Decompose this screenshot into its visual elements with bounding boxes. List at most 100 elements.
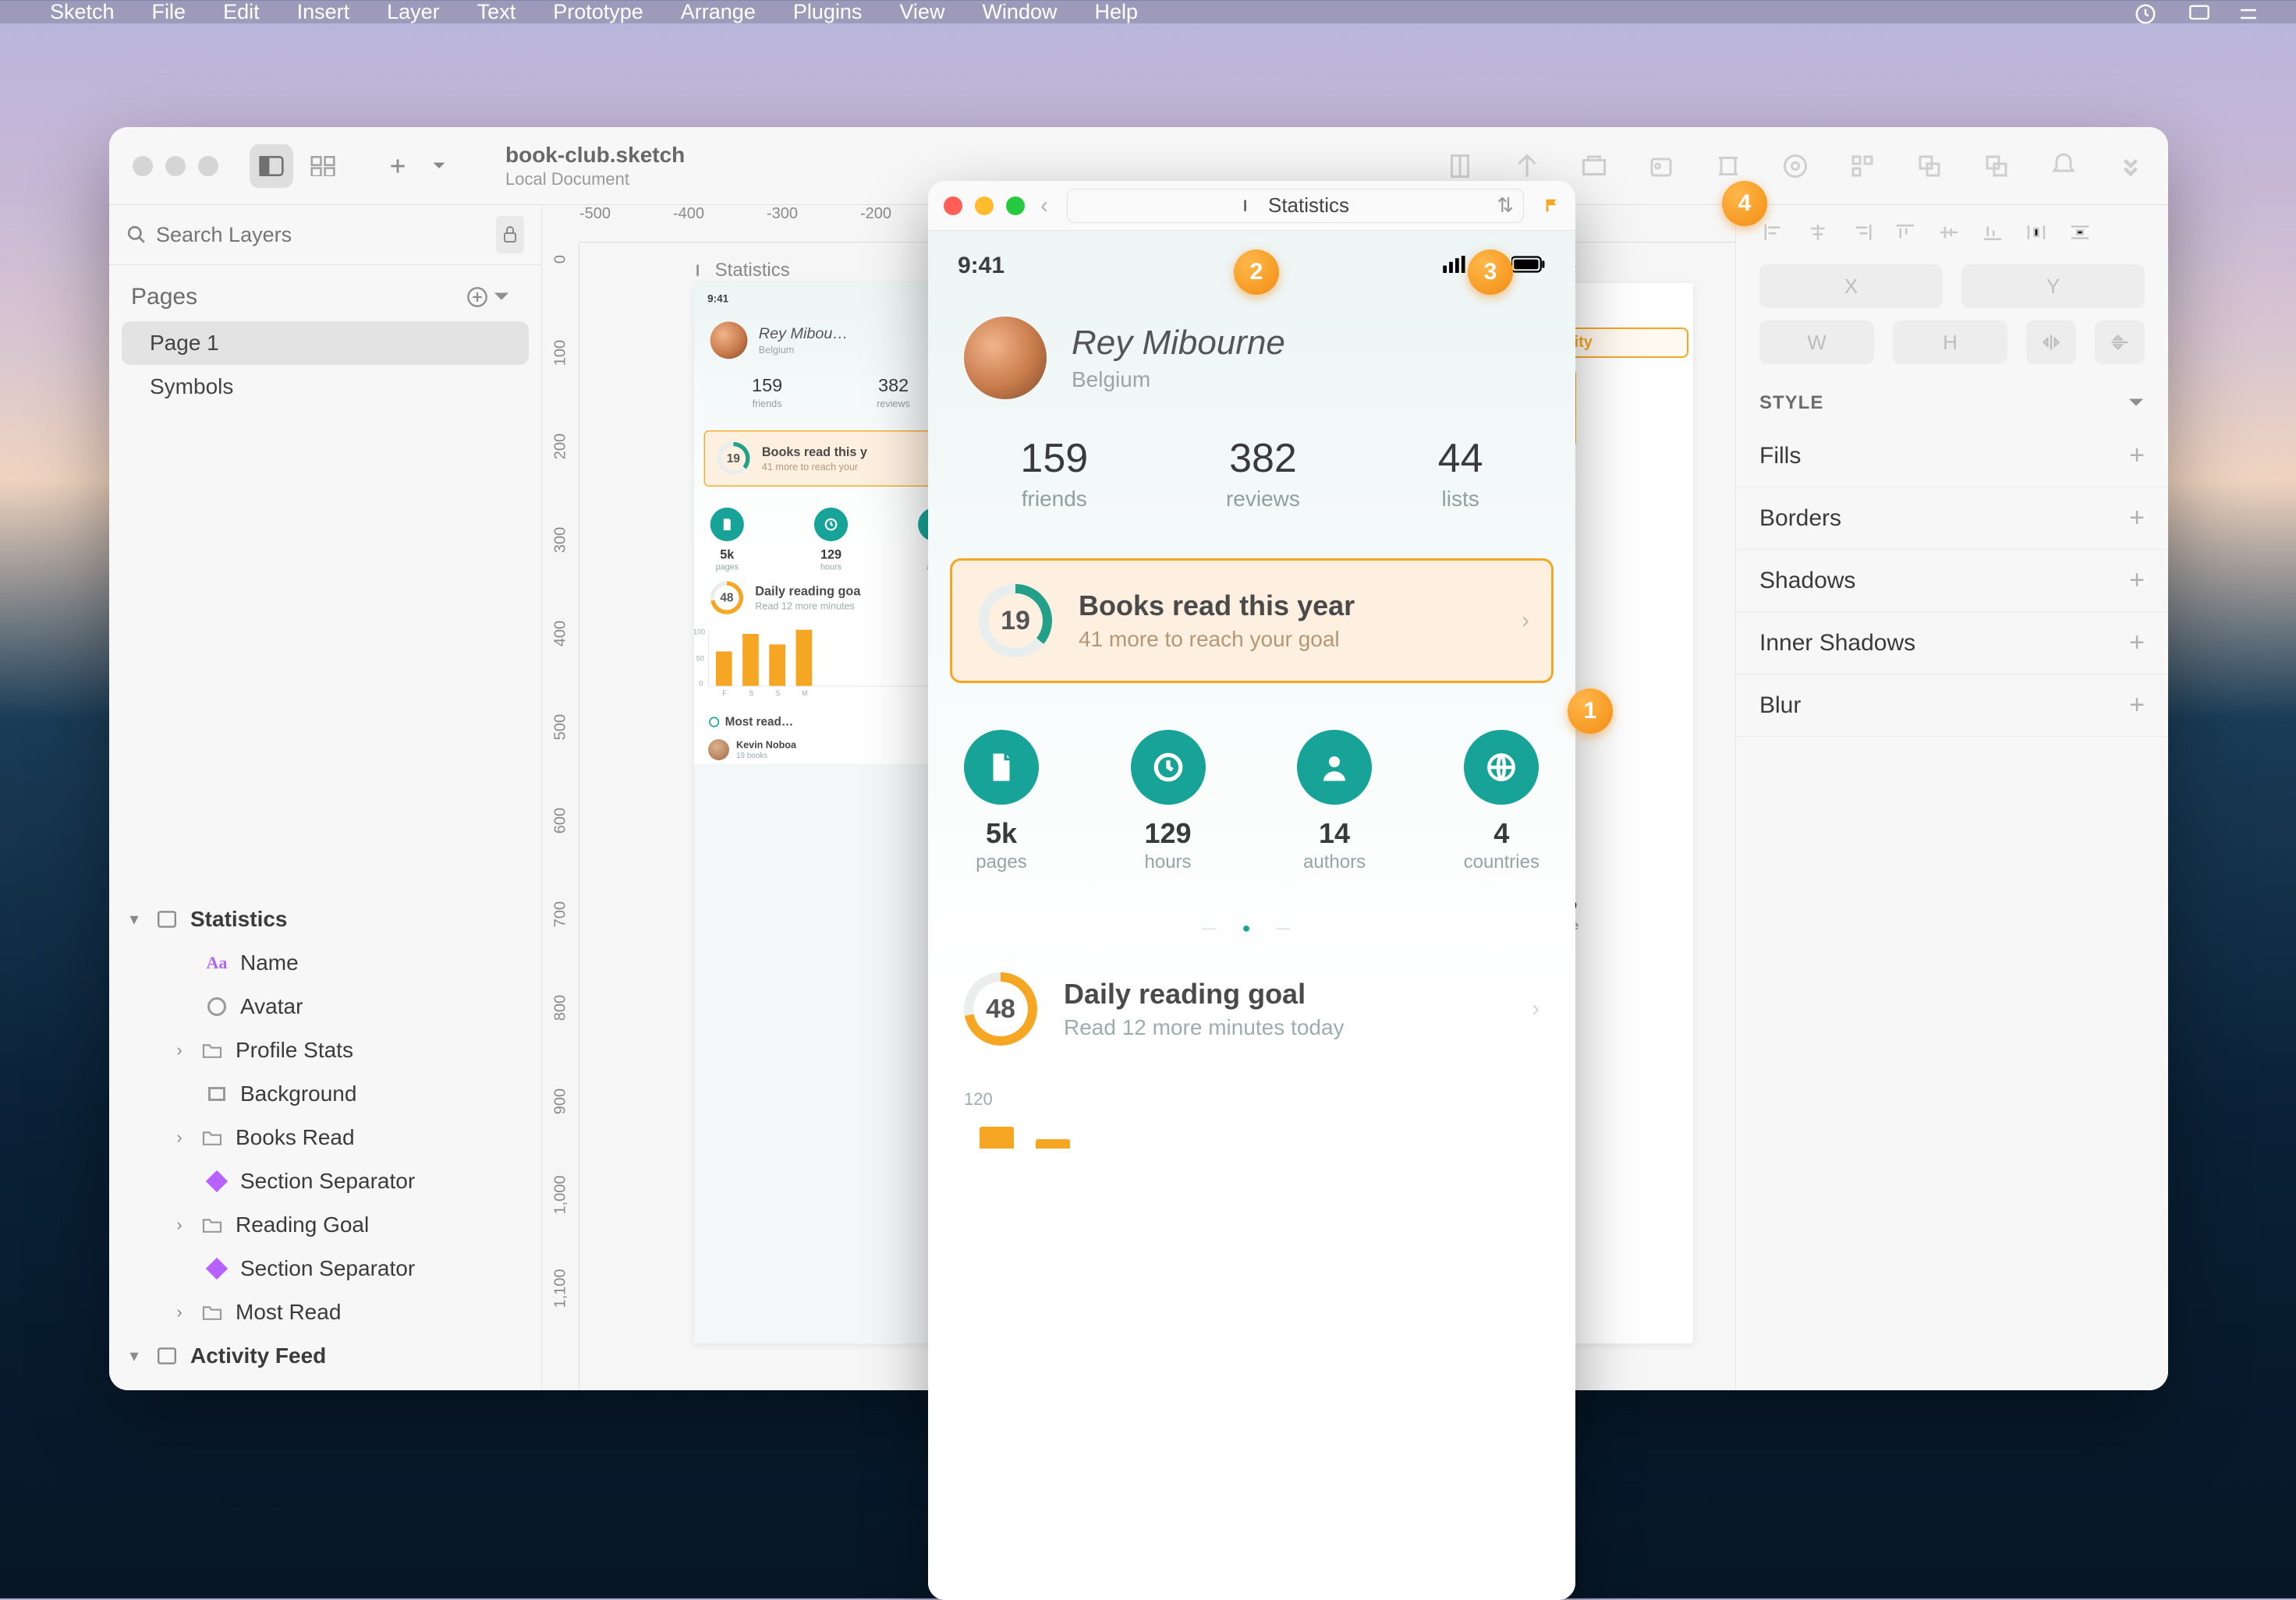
toolbar-icon[interactable] [1781,152,1809,180]
toolbar-insert-menu[interactable] [427,144,451,188]
coord-y-field[interactable]: Y [1961,264,2145,308]
flip-h-icon[interactable] [2026,320,2076,364]
toolbar-overflow-icon[interactable] [2117,152,2145,180]
metrics-row: 5kpages 129hours 14authors 4countries [928,683,1575,881]
toolbar-icon[interactable] [1647,152,1675,180]
plus-icon[interactable]: + [2129,503,2145,533]
artboard-statistics[interactable]: 9:41 Rey MibourneBelgium 159friends 382r… [694,283,967,1343]
books-read-card[interactable]: 19 Books read this year 41 more to reach… [950,558,1554,683]
menu-arrange[interactable]: Arrange [662,0,774,24]
menu-edit[interactable]: Edit [204,0,278,24]
chevron-right-icon: › [1532,996,1540,1022]
page-item[interactable]: Symbols [122,365,529,409]
toolbar-icon[interactable] [1915,152,1943,180]
layer-books-read[interactable]: ›Books Read [109,1116,541,1159]
progress-ring: 48 [964,972,1037,1046]
flip-v-icon[interactable] [2095,320,2145,364]
menu-layer[interactable]: Layer [368,0,459,24]
layer-reading-goal[interactable]: ›Reading Goal [109,1203,541,1247]
layer-profile-stats[interactable]: ›Profile Stats [109,1028,541,1072]
toolbar-icon[interactable] [1982,152,2011,180]
menu-help[interactable]: Help [1075,0,1157,24]
layer-separator[interactable]: Section Separator [109,1159,541,1203]
align-top-icon[interactable] [1890,221,1920,244]
text-layer-icon: Aa [204,950,229,975]
menubar-reveal-icon[interactable] [2237,2,2265,21]
menu-plugins[interactable]: Plugins [774,0,881,24]
layer-background[interactable]: Background [109,1072,541,1116]
toolbar-components-toggle[interactable] [301,144,345,188]
collapse-pages-icon[interactable] [493,291,519,303]
preview-back-button[interactable]: ‹ [1040,193,1048,219]
menu-window[interactable]: Window [963,0,1075,24]
menu-view[interactable]: View [880,0,963,24]
coord-x-field[interactable]: X [1759,264,1943,308]
profile-name: Rey Mibourne [1072,324,1285,363]
window-traffic-lights[interactable] [133,156,218,176]
add-page-button[interactable] [466,286,493,308]
ruler-vertical: 0 100 200 300 400 500 600 700 800 900 1,… [542,242,579,1390]
chevron-down-icon[interactable] [2128,397,2145,409]
page-item[interactable]: Page 1 [122,321,529,365]
folder-icon [200,1300,225,1325]
layer-name[interactable]: AaName [109,941,541,985]
layer-separator[interactable]: Section Separator [109,1247,541,1290]
menu-text[interactable]: Text [459,0,535,24]
folder-icon [200,1212,225,1237]
progress-ring: 19 [979,584,1052,657]
menu-file[interactable]: File [133,0,205,24]
toolbar-insert-button[interactable] [376,144,420,188]
toolbar-icon[interactable] [1446,152,1474,180]
menubar-sync-icon[interactable] [2134,2,2162,21]
rect-layer-icon [204,1081,229,1106]
style-blur-row[interactable]: Blur+ [1736,674,2168,737]
search-icon [126,225,147,245]
layer-artboard-statistics[interactable]: ▾ Statistics [109,897,541,941]
style-fills-row[interactable]: Fills+ [1736,425,2168,487]
page-indicator: — ● — [928,920,1575,936]
symbol-icon [204,1256,229,1281]
align-bottom-icon[interactable] [1978,221,2007,244]
preview-traffic-lights[interactable] [944,196,1025,215]
profile-location: Belgium [1072,367,1285,392]
document-subtitle: Local Document [505,169,685,189]
coord-h-field[interactable]: H [1893,320,2007,364]
toolbar-notification-icon[interactable] [2050,152,2078,180]
preview-mock-screen: 9:41 Rey Mibourne Belgium 159friends 382… [928,231,1575,1600]
menu-sketch[interactable]: Sketch [31,0,133,24]
menubar-screen-icon[interactable] [2185,2,2213,21]
align-vcenter-icon[interactable] [1934,221,1964,244]
preview-artboard-select[interactable]: Statistics ⇅ [1067,189,1524,223]
layers-search-input[interactable] [156,223,487,247]
style-shadows-row[interactable]: Shadows+ [1736,550,2168,612]
menu-insert[interactable]: Insert [278,0,369,24]
toolbar-icon[interactable] [1848,152,1876,180]
align-right-icon[interactable] [1847,221,1876,244]
plus-icon[interactable]: + [2129,628,2145,658]
plus-icon[interactable]: + [2129,441,2145,471]
coord-w-field[interactable]: W [1759,320,1874,364]
align-left-icon[interactable] [1759,221,1789,244]
folder-icon [200,1038,225,1063]
artboard-label[interactable]: Statistics [694,260,790,281]
toolbar-inspector-toggle[interactable] [250,144,293,188]
toolbar-icon[interactable] [1714,152,1742,180]
globe-icon [1464,730,1539,805]
layer-artboard-activity[interactable]: ▾ Activity Feed [109,1334,541,1378]
toolbar-icon[interactable] [1580,152,1608,180]
style-borders-row[interactable]: Borders+ [1736,487,2168,550]
toolbar-icon[interactable] [1513,152,1541,180]
align-hcenter-icon[interactable] [1803,221,1833,244]
style-inner-shadows-row[interactable]: Inner Shadows+ [1736,612,2168,674]
annotation-1: 1 [1568,688,1613,734]
distribute-v-icon[interactable] [2065,221,2095,244]
plus-icon[interactable]: + [2129,690,2145,720]
lock-icon[interactable] [496,216,524,253]
menu-prototype[interactable]: Prototype [534,0,662,24]
layer-most-read[interactable]: ›Most Read [109,1290,541,1334]
daily-goal-card[interactable]: 48 Daily reading goal Read 12 more minut… [928,960,1575,1058]
distribute-h-icon[interactable] [2021,221,2051,244]
layer-avatar[interactable]: Avatar [109,985,541,1028]
preview-flag-icon[interactable] [1543,197,1560,214]
plus-icon[interactable]: + [2129,565,2145,596]
